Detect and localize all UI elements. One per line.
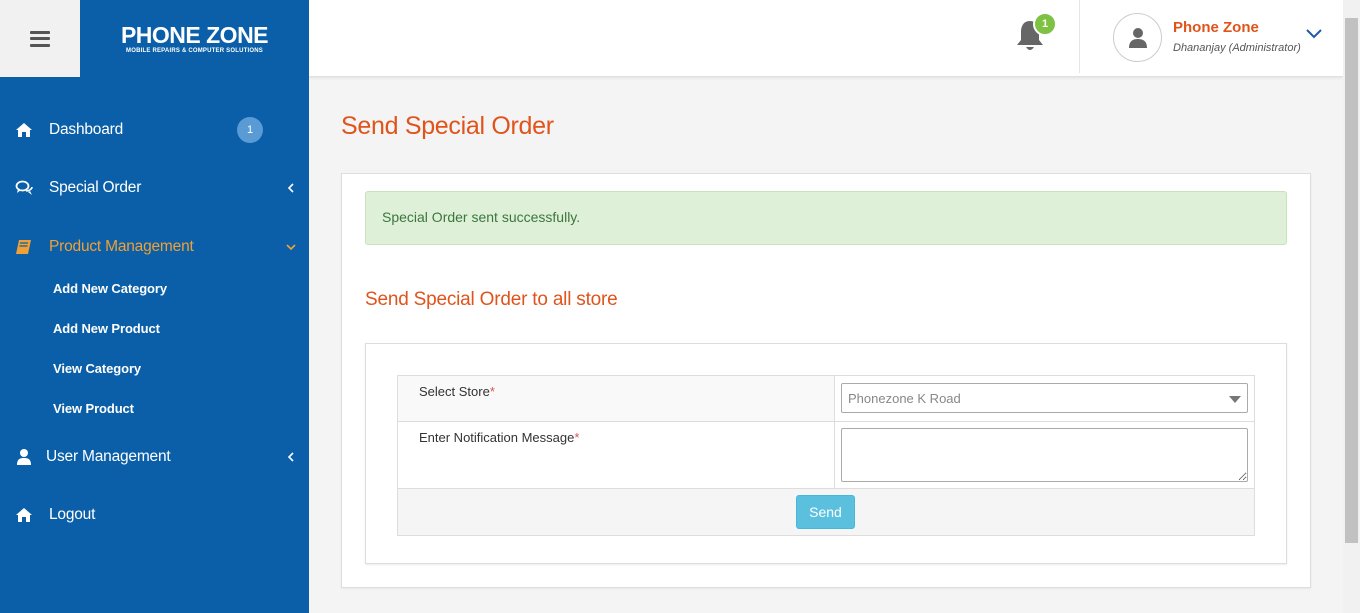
user-name[interactable]: Phone Zone: [1173, 19, 1259, 36]
sidebar: Dashboard 1 Special Order Product Manage…: [0, 77, 309, 613]
user-role: Dhananjay (Administrator): [1173, 42, 1301, 54]
notification-badge: 1: [1033, 12, 1057, 36]
message-textarea[interactable]: [841, 428, 1248, 482]
scrollbar-thumb[interactable]: [1345, 18, 1358, 543]
home-icon: [16, 123, 32, 137]
avatar[interactable]: [1113, 13, 1162, 62]
success-alert: Special Order sent successfully.: [365, 191, 1287, 245]
logo-tagline: MOBILE REPAIRS & COMPUTER SOLUTIONS: [126, 47, 263, 54]
book-icon: [16, 240, 31, 254]
sidebar-item-label: User Management: [46, 448, 171, 465]
sidebar-item-user-management[interactable]: User Management: [0, 432, 309, 482]
row-divider: [398, 421, 1254, 422]
caret-down-icon: [1229, 396, 1241, 403]
section-title: Send Special Order to all store: [365, 289, 618, 310]
brand-logo[interactable]: PHONE ZONE MOBILE REPAIRS & COMPUTER SOL…: [80, 0, 309, 77]
comments-icon: [15, 180, 33, 195]
page-title: Send Special Order: [341, 112, 554, 140]
logo-text: PHONE ZONE: [120, 21, 269, 48]
required-mark: *: [574, 430, 580, 445]
chevron-left-icon: [287, 183, 294, 193]
hamburger-icon: [30, 30, 50, 47]
store-select-value: Phonezone K Road: [848, 391, 961, 406]
sidebar-item-label: Dashboard: [49, 121, 124, 138]
sidebar-item-label: Special Order: [49, 179, 142, 196]
column-divider: [834, 376, 835, 488]
send-button[interactable]: Send: [796, 495, 855, 529]
sidebar-item-label: Product Management: [49, 238, 194, 255]
sidebar-item-special-order[interactable]: Special Order: [0, 163, 309, 213]
sidebar-item-product-management[interactable]: Product Management: [0, 222, 309, 272]
sidebar-subitem-add-category[interactable]: Add New Category: [53, 281, 167, 296]
chevron-down-icon[interactable]: [1305, 26, 1323, 40]
required-mark: *: [489, 384, 495, 399]
user-avatar-icon: [1128, 27, 1147, 48]
home-icon: [16, 508, 32, 522]
dashboard-badge: 1: [237, 117, 263, 143]
header-divider: [1079, 0, 1080, 73]
sidebar-subitem-add-product[interactable]: Add New Product: [53, 321, 160, 336]
menu-toggle-button[interactable]: [0, 0, 80, 77]
sidebar-subitem-view-product[interactable]: View Product: [53, 401, 134, 416]
message-label: Enter Notification Message*: [419, 430, 579, 445]
sidebar-item-logout[interactable]: Logout: [0, 490, 309, 540]
sidebar-item-label: Logout: [49, 506, 96, 523]
message-label-text: Enter Notification Message: [419, 430, 575, 445]
sidebar-item-dashboard[interactable]: Dashboard 1: [0, 105, 309, 155]
store-label: Select Store*: [419, 384, 495, 399]
user-icon: [17, 449, 31, 465]
store-select[interactable]: Phonezone K Road: [841, 383, 1248, 413]
chevron-down-icon: [286, 244, 296, 251]
chevron-left-icon: [287, 452, 294, 462]
sidebar-subitem-view-category[interactable]: View Category: [53, 361, 141, 376]
store-label-text: Select Store: [419, 384, 490, 399]
